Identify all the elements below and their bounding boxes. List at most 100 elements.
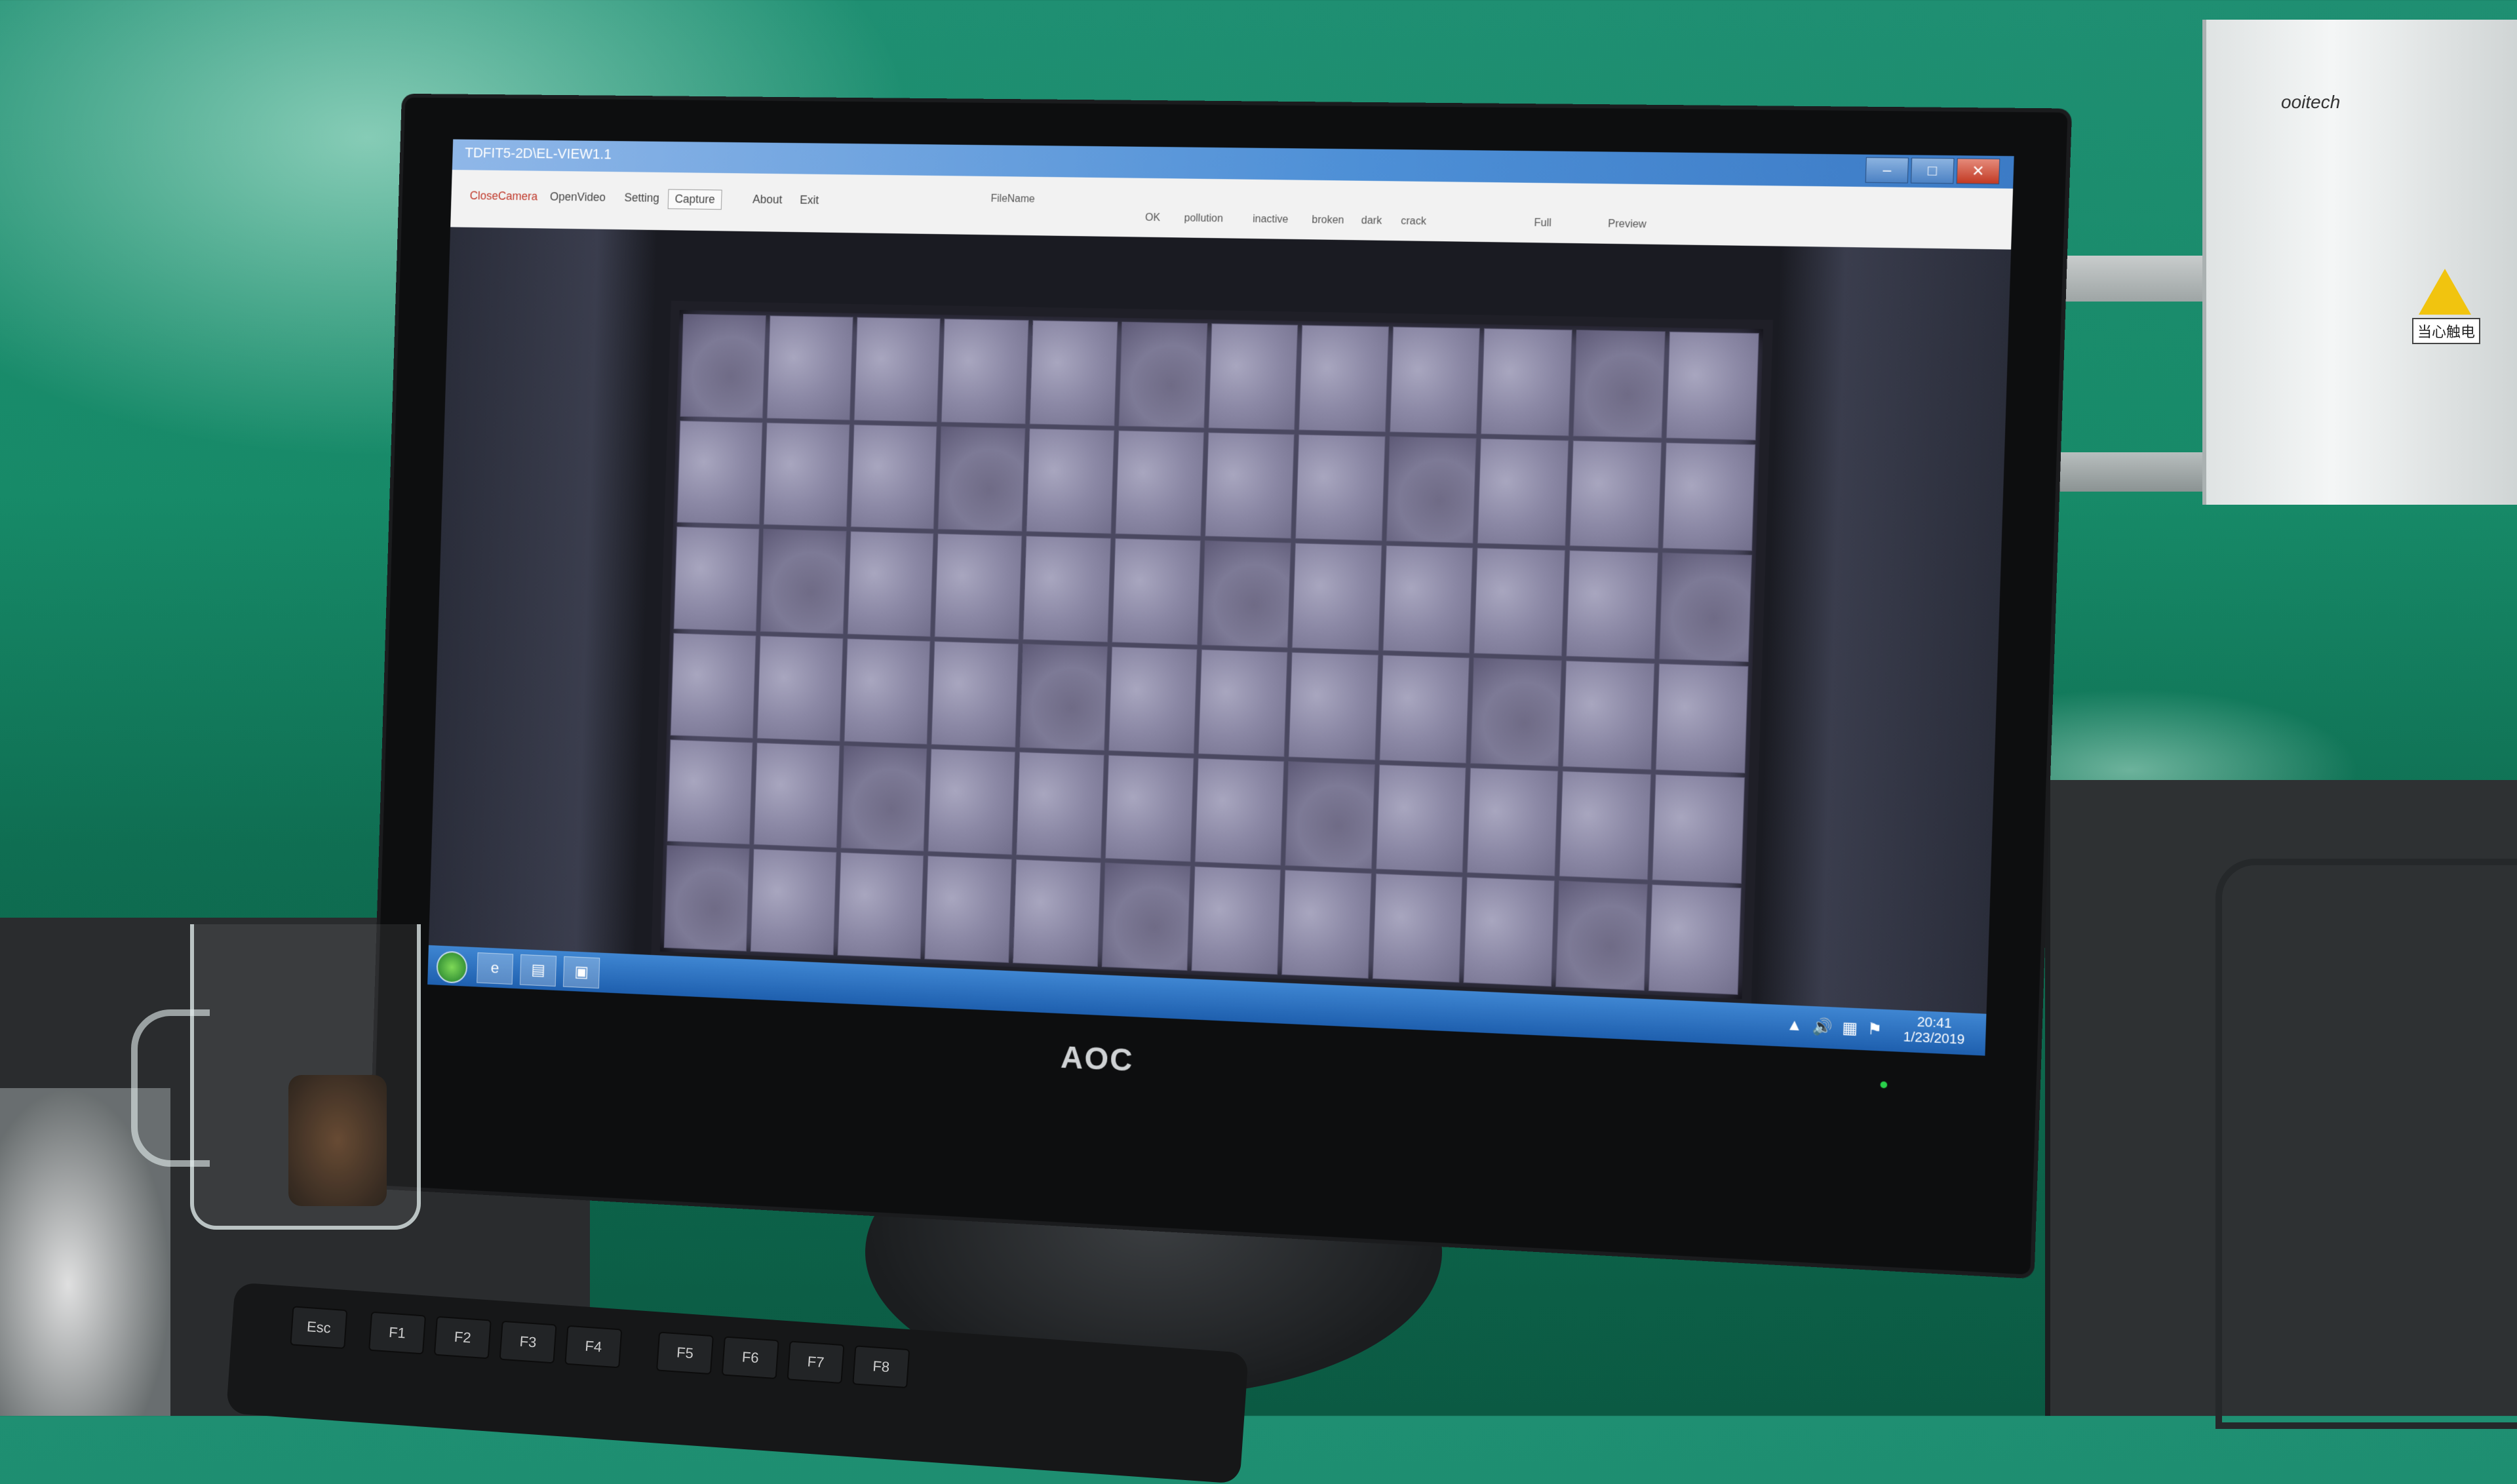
key-f7[interactable]: F7 (787, 1340, 845, 1384)
power-led (1880, 1081, 1888, 1089)
solar-cell (1208, 323, 1298, 430)
preview-button[interactable]: Preview (1608, 218, 1647, 231)
taskbar-app-icon[interactable]: ▣ (562, 956, 600, 989)
solar-cell (1115, 430, 1205, 537)
solar-cell (1101, 863, 1191, 971)
solar-cell (1382, 545, 1473, 654)
solar-cell (1378, 654, 1470, 764)
solar-cell (1016, 751, 1105, 859)
solar-cell (750, 849, 837, 956)
cabinet-brand-logo: ooitech (2281, 92, 2341, 112)
solar-cell (1655, 663, 1749, 773)
filename-label: FileName (990, 193, 1035, 205)
defect-crack[interactable]: crack (1401, 216, 1426, 228)
solar-cell (837, 852, 924, 960)
solar-cell (1649, 884, 1742, 995)
solar-cell (1205, 432, 1295, 539)
solar-cell (1566, 550, 1659, 659)
solar-cell (756, 635, 844, 741)
taskbar-ie-icon[interactable]: e (477, 952, 514, 985)
tray-arrow-icon[interactable]: ▲ (1786, 1016, 1803, 1036)
solar-cell (1473, 547, 1566, 657)
system-tray-icons: ▲ 🔊 ▦ ⚑ (1786, 1016, 1883, 1040)
menu-capture[interactable]: Capture (667, 189, 722, 210)
key-f3[interactable]: F3 (499, 1320, 557, 1364)
solar-cell (753, 742, 840, 849)
solar-cell (1662, 442, 1756, 551)
minimize-button[interactable]: – (1865, 157, 1909, 184)
tester-cabinet (2202, 20, 2517, 505)
defect-broken[interactable]: broken (1312, 214, 1344, 227)
key-f2[interactable]: F2 (433, 1316, 492, 1359)
solar-cell (931, 640, 1019, 748)
flag-icon[interactable]: ⚑ (1867, 1019, 1883, 1040)
status-ok[interactable]: OK (1145, 212, 1160, 224)
electric-warning-label: 当心触电 (2412, 318, 2481, 344)
solar-cell (1295, 434, 1386, 541)
key-esc[interactable]: Esc (290, 1306, 348, 1350)
solar-cell (938, 426, 1026, 532)
solar-cell-grid (660, 310, 1763, 999)
solar-cell (1198, 649, 1288, 757)
solar-cell (670, 633, 756, 739)
volume-icon[interactable]: 🔊 (1812, 1017, 1833, 1037)
solar-cell (1108, 646, 1198, 754)
clock-date: 1/23/2019 (1903, 1029, 1965, 1047)
solar-cell (673, 526, 760, 632)
clock[interactable]: 20:41 1/23/2019 (1903, 1014, 1965, 1048)
full-button[interactable]: Full (1534, 218, 1551, 230)
menu-close-camera[interactable]: CloseCamera (463, 187, 544, 206)
menu-about[interactable]: About (746, 190, 789, 209)
glass-mug (190, 924, 421, 1230)
key-f4[interactable]: F4 (564, 1325, 623, 1369)
start-button[interactable] (436, 950, 468, 984)
solar-cell (1019, 644, 1108, 751)
key-f5[interactable]: F5 (656, 1331, 714, 1375)
network-icon[interactable]: ▦ (1842, 1018, 1858, 1038)
solar-cell (1389, 326, 1481, 435)
maximize-button[interactable]: □ (1910, 157, 1955, 184)
solar-cell (1029, 320, 1118, 426)
monitor: TDFIT5-2D\EL-VIEW1.1 – □ ✕ CloseCamera O… (372, 97, 2068, 1275)
solar-cell (1191, 866, 1281, 975)
taskbar-folder-icon[interactable]: ▤ (519, 954, 557, 987)
solar-cell (1386, 436, 1477, 544)
solar-cell (1013, 859, 1101, 967)
window-title: TDFIT5-2D\EL-VIEW1.1 (464, 144, 612, 163)
key-f6[interactable]: F6 (721, 1336, 779, 1380)
close-button[interactable]: ✕ (1956, 158, 2000, 185)
solar-cell (1201, 540, 1291, 648)
solar-cell (1023, 536, 1112, 643)
solar-cell (1105, 754, 1194, 863)
menu-open-video[interactable]: OpenVideo (543, 187, 612, 207)
solar-cell (1470, 657, 1563, 767)
defect-pollution[interactable]: pollution (1184, 213, 1223, 225)
solar-cell (663, 845, 750, 952)
solar-cell (1026, 428, 1115, 535)
solar-cell (1463, 877, 1555, 987)
solar-cell (924, 855, 1013, 964)
solar-cell (844, 638, 931, 745)
window-controls: – □ ✕ (1865, 157, 2000, 185)
solar-cell (680, 313, 766, 419)
solar-cell (1112, 538, 1201, 646)
menu-setting[interactable]: Setting (618, 189, 666, 208)
defect-inactive[interactable]: inactive (1253, 214, 1289, 226)
menu-exit[interactable]: Exit (793, 191, 825, 210)
key-f1[interactable]: F1 (368, 1311, 427, 1355)
solar-cell (1652, 773, 1746, 884)
solar-panel-el-image (651, 301, 1774, 1009)
solar-cell (840, 745, 927, 852)
solar-cell (847, 531, 935, 637)
screen: TDFIT5-2D\EL-VIEW1.1 – □ ✕ CloseCamera O… (427, 139, 2014, 1056)
solar-cell (763, 422, 850, 528)
solar-cell (1281, 870, 1372, 979)
solar-cell (1194, 758, 1285, 866)
solar-cell (1481, 328, 1573, 437)
key-f8[interactable]: F8 (852, 1345, 910, 1389)
defect-dark[interactable]: dark (1361, 215, 1382, 227)
solar-cell (1375, 764, 1467, 873)
solar-cell (766, 315, 853, 421)
solar-cell (1118, 321, 1208, 428)
solar-cell (760, 528, 847, 635)
